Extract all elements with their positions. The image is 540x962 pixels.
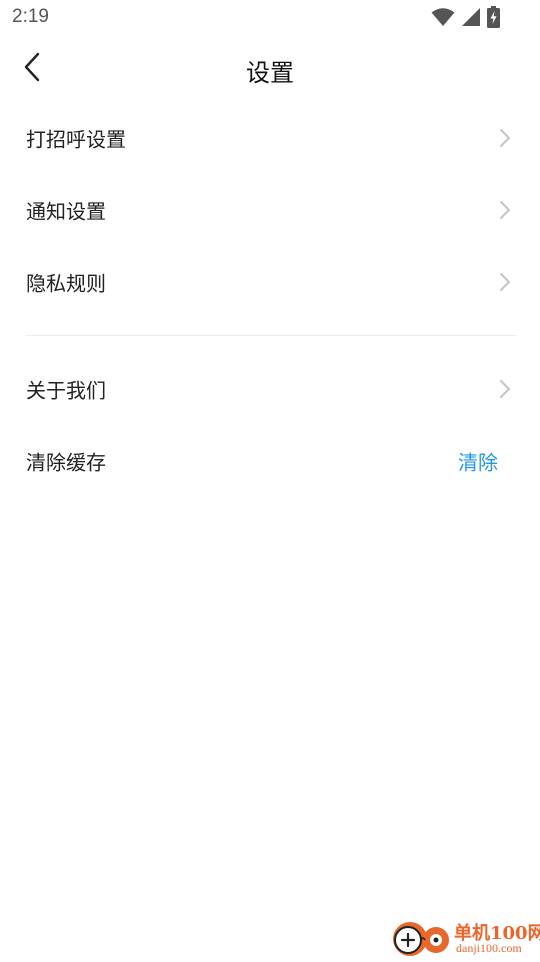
settings-item-clear-cache: 清除缓存 清除 [0,425,540,497]
settings-item-greeting[interactable]: 打招呼设置 [0,102,540,174]
settings-item-label: 打招呼设置 [26,127,126,152]
page-title: 设置 [246,59,294,87]
cell-signal-icon [461,7,481,27]
section-divider-wrap [0,318,540,353]
battery-charging-icon [487,6,500,28]
chevron-right-icon [498,272,512,292]
status-time: 2:19 [12,6,49,27]
header: 设置 [0,36,540,102]
wifi-icon [431,7,455,27]
watermark: 单机100网 danji100.com [390,914,540,960]
section-divider [26,335,516,336]
settings-item-label: 隐私规则 [26,271,106,296]
status-icons [431,6,500,28]
settings-item-label: 清除缓存 [26,450,106,475]
settings-item-about[interactable]: 关于我们 [0,353,540,425]
settings-list: 打招呼设置 通知设置 隐私规则 关于我们 清除缓存 清除 [0,102,540,497]
settings-item-label: 通知设置 [26,199,106,224]
chevron-right-icon [498,200,512,220]
settings-item-privacy[interactable]: 隐私规则 [0,246,540,318]
watermark-url: danji100.com [456,941,522,955]
chevron-right-icon [498,379,512,399]
settings-item-label: 关于我们 [26,378,106,403]
clear-cache-button[interactable]: 清除 [458,447,498,476]
settings-item-notifications[interactable]: 通知设置 [0,174,540,246]
chevron-right-icon [498,128,512,148]
status-bar: 2:19 [0,0,540,36]
watermark-logo-icon [390,916,456,958]
